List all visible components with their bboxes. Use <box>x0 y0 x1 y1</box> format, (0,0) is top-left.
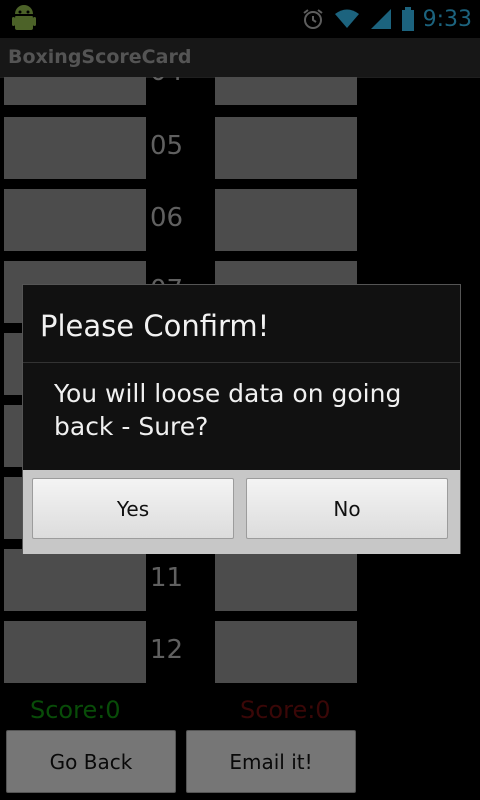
dialog-divider <box>23 362 460 363</box>
yes-button[interactable]: Yes <box>32 478 234 539</box>
dialog-message: You will loose data on going back - Sure… <box>54 379 402 441</box>
dialog-title: Please Confirm! <box>40 309 270 343</box>
dialog-button-bar: Yes No <box>23 470 460 554</box>
confirm-dialog: Please Confirm! You will loose data on g… <box>22 284 461 554</box>
no-button[interactable]: No <box>246 478 448 539</box>
